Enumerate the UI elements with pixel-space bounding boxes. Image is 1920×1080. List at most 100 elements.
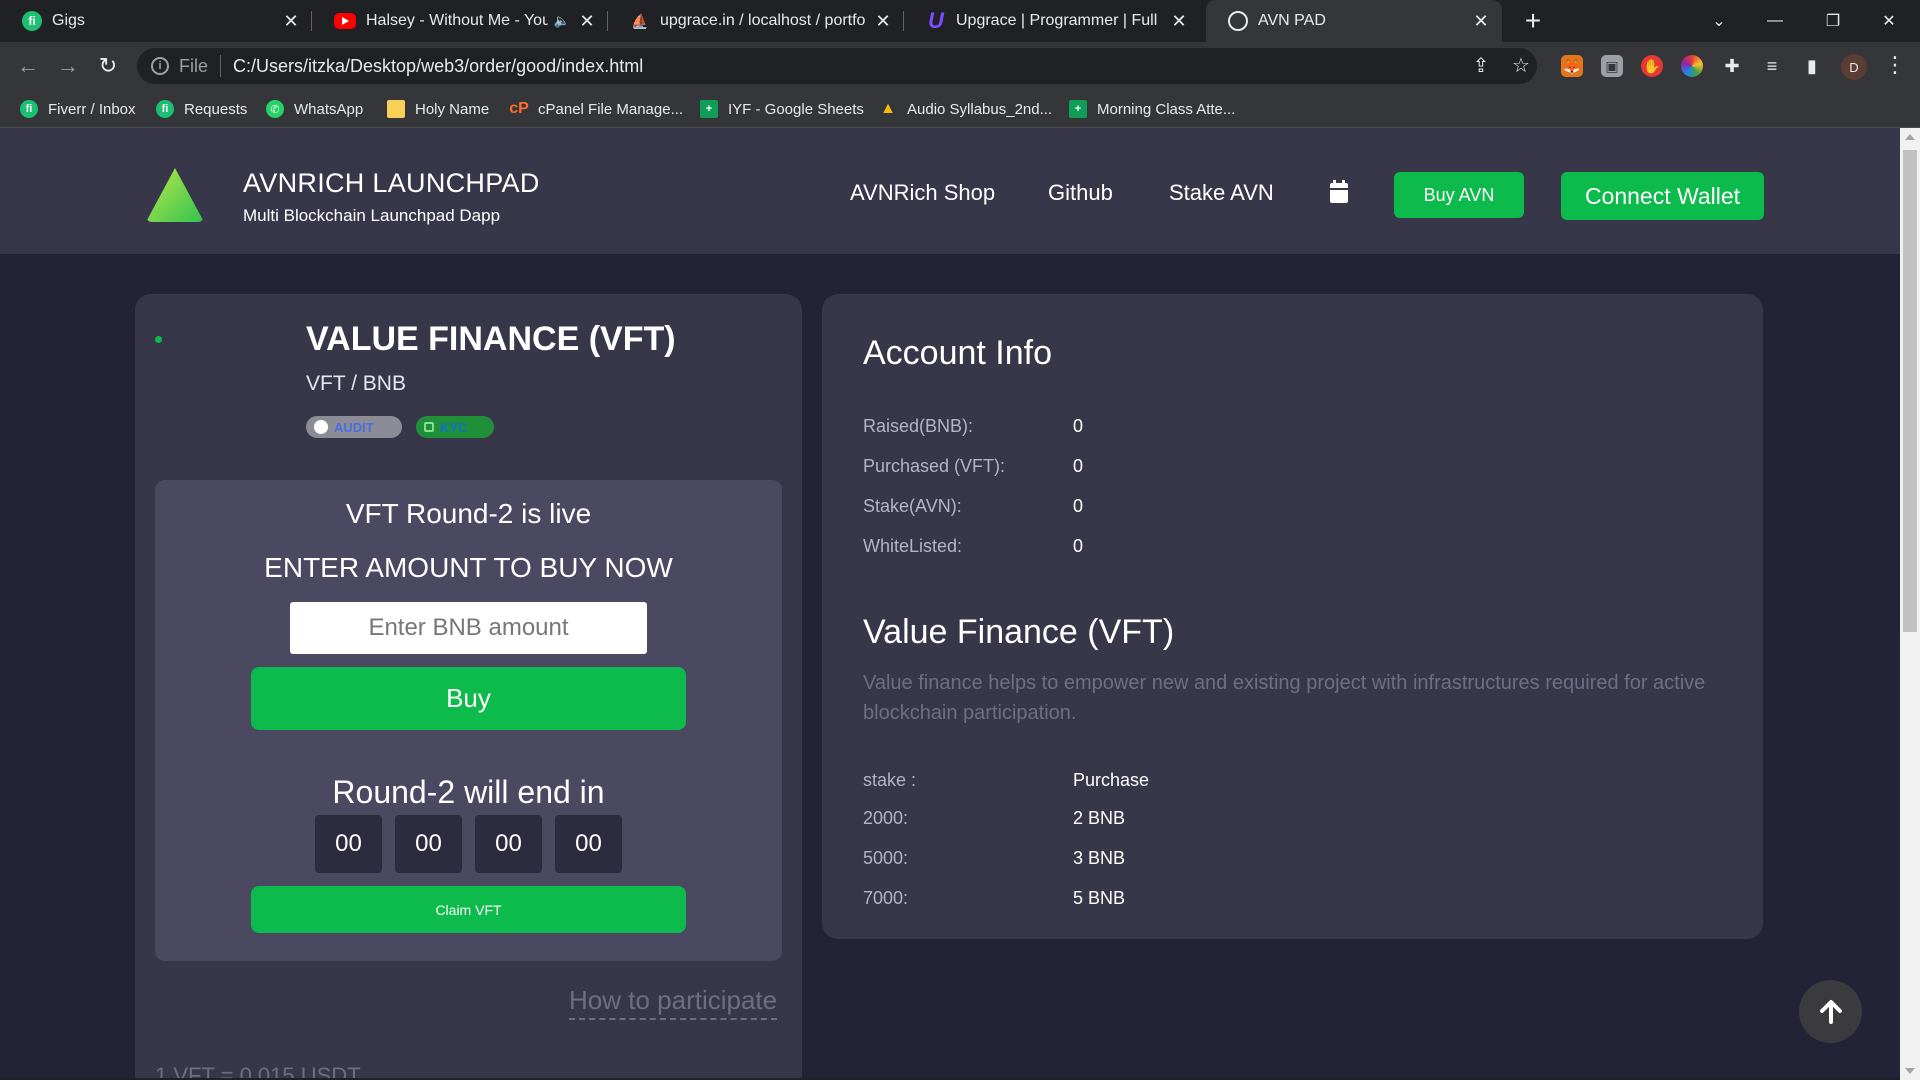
- token-name: VALUE FINANCE (VFT): [306, 320, 676, 358]
- tab-search-icon[interactable]: ⌄: [1696, 0, 1742, 42]
- countdown-seconds: 00: [555, 815, 622, 873]
- project-title: Value Finance (VFT): [863, 613, 1175, 651]
- stake-tier-header-value: Purchase: [1073, 770, 1150, 790]
- scrollbar-thumb[interactable]: [1903, 150, 1917, 632]
- folder-icon: [387, 100, 405, 118]
- minimize-icon[interactable]: —: [1752, 0, 1798, 42]
- bookmark-requests[interactable]: fi Requests: [156, 98, 247, 120]
- extensions-puzzle-icon[interactable]: ✚: [1721, 55, 1743, 77]
- extension-icon[interactable]: ▣: [1601, 55, 1623, 77]
- countdown-hours: 00: [395, 815, 462, 873]
- nav-github[interactable]: Github: [1048, 180, 1113, 206]
- close-icon[interactable]: ✕: [1472, 11, 1490, 32]
- bookmark-audio-syllabus[interactable]: ▲ Audio Syllabus_2nd...: [879, 98, 1052, 120]
- bookmark-morning-class[interactable]: + Morning Class Atte...: [1069, 98, 1235, 120]
- star-icon[interactable]: ☆: [1508, 52, 1534, 78]
- avnrich-logo[interactable]: [146, 168, 204, 222]
- bookmark-whatsapp[interactable]: ✆ WhatsApp: [266, 98, 363, 120]
- menu-icon[interactable]: ⋮: [1884, 52, 1906, 78]
- arrow-up-icon: [1819, 999, 1842, 1024]
- how-to-participate-link[interactable]: How to participate: [569, 985, 778, 1020]
- claim-vft-button[interactable]: Claim VFT: [251, 886, 686, 933]
- stake-tier-label: 7000:: [863, 888, 909, 908]
- bnb-amount-input[interactable]: [290, 602, 647, 654]
- color-picker-icon[interactable]: [1681, 55, 1703, 77]
- status-dot: [155, 336, 162, 343]
- back-icon[interactable]: ←: [14, 52, 42, 80]
- sheets-icon: +: [1069, 100, 1087, 118]
- close-icon[interactable]: ✕: [282, 11, 300, 32]
- connect-wallet-button[interactable]: Connect Wallet: [1561, 172, 1764, 220]
- round-status: VFT Round-2 is live: [345, 498, 592, 529]
- brand-title: AVNRICH LAUNCHPAD: [243, 168, 540, 198]
- info-icon[interactable]: i: [151, 57, 169, 75]
- fiverr-icon: fi: [20, 100, 38, 118]
- nav-avnrich-shop[interactable]: AVNRich Shop: [850, 180, 995, 206]
- profile-avatar[interactable]: D: [1841, 54, 1867, 80]
- tab-title: AVN PAD: [1258, 12, 1326, 29]
- globe-icon: [1228, 11, 1248, 31]
- bookmark-iyf-sheets[interactable]: + IYF - Google Sheets: [700, 98, 864, 120]
- tab-avn-pad[interactable]: AVN PAD ✕: [1206, 0, 1502, 42]
- share-icon[interactable]: ⇪: [1468, 52, 1494, 78]
- url-text[interactable]: C:/Users/itzka/Desktop/web3/order/good/i…: [233, 56, 643, 77]
- stake-tier-label: 5000:: [863, 848, 909, 868]
- close-icon[interactable]: ✕: [1170, 11, 1188, 32]
- restore-icon[interactable]: ❐: [1810, 0, 1856, 42]
- whitelisted-value: 0: [1073, 536, 1084, 556]
- bookmark-fiverr-inbox[interactable]: fi Fiverr / Inbox: [20, 98, 136, 120]
- new-tab-button[interactable]: +: [1518, 5, 1548, 36]
- tab-title: Gigs: [52, 12, 85, 29]
- close-icon[interactable]: ✕: [874, 11, 892, 32]
- tab-youtube[interactable]: Halsey - Without Me - YouTube 🔈 ✕: [312, 0, 608, 42]
- address-bar[interactable]: i File C:/Users/itzka/Desktop/web3/order…: [137, 48, 1537, 84]
- reload-icon[interactable]: ↻: [94, 52, 122, 80]
- tab-gigs[interactable]: fi Gigs ✕: [0, 0, 312, 42]
- fiverr-icon: fi: [22, 11, 42, 31]
- window-close-icon[interactable]: ✕: [1866, 0, 1912, 42]
- bookmarks-bar: fi Fiverr / Inbox fi Requests ✆ WhatsApp…: [0, 90, 1920, 128]
- scroll-down-arrow-icon[interactable]: [1905, 1068, 1915, 1074]
- fiverr-icon: fi: [156, 100, 174, 118]
- token-pair: VFT / BNB: [306, 372, 406, 395]
- audit-badge[interactable]: AUDIT: [306, 416, 402, 438]
- metamask-extension-icon[interactable]: 🦊: [1561, 55, 1583, 77]
- buy-prompt: ENTER AMOUNT TO BUY NOW: [264, 552, 673, 583]
- kyc-badge[interactable]: KYC: [416, 416, 494, 438]
- bookmark-cpanel[interactable]: cP cPanel File Manage...: [509, 98, 683, 120]
- buy-avn-button[interactable]: Buy AVN: [1394, 172, 1524, 218]
- media-controls-icon[interactable]: ≡: [1761, 55, 1783, 77]
- scheme-label: File: [179, 55, 209, 76]
- project-description: Value finance helps to empower new and e…: [863, 672, 1706, 724]
- cpanel-icon: cP: [509, 100, 529, 117]
- stake-tier-value: 3 BNB: [1073, 848, 1126, 868]
- buy-button[interactable]: Buy: [251, 667, 686, 730]
- adblock-icon[interactable]: ✋: [1641, 55, 1663, 77]
- countdown-label: Round-2 will end in: [332, 774, 605, 810]
- tab-upgrace[interactable]: U Upgrace | Programmer | Full Stack ✕: [904, 0, 1200, 42]
- page-scrollbar[interactable]: [1900, 128, 1920, 1080]
- purchased-label: Purchased (VFT):: [863, 456, 1006, 476]
- tab-phpmyadmin[interactable]: ⛵ upgrace.in / localhost / portfolio ✕: [608, 0, 904, 42]
- raised-value: 0: [1073, 416, 1084, 436]
- side-panel-icon[interactable]: ▮: [1801, 55, 1823, 77]
- site-header: AVNRICH LAUNCHPAD Multi Blockchain Launc…: [0, 128, 1900, 254]
- stake-tier-value: 5 BNB: [1073, 888, 1126, 908]
- close-icon[interactable]: ✕: [578, 11, 596, 32]
- tab-title: Halsey - Without Me - YouTube: [366, 12, 548, 29]
- stake-tier-header-label: stake :: [863, 770, 917, 790]
- whitelisted-label: WhiteListed:: [863, 536, 963, 556]
- sheets-icon: +: [700, 100, 718, 118]
- countdown-minutes: 00: [475, 815, 542, 873]
- forward-icon[interactable]: →: [54, 52, 82, 80]
- account-info-title: Account Info: [863, 334, 1053, 372]
- calendar-icon[interactable]: [1330, 180, 1348, 203]
- speaker-muted-icon[interactable]: 🔈: [554, 13, 570, 29]
- scroll-to-top-button[interactable]: [1799, 980, 1862, 1043]
- countdown-days: 00: [315, 815, 382, 873]
- bookmark-holy-name[interactable]: Holy Name: [387, 98, 489, 120]
- stake-tier-value: 2 BNB: [1073, 808, 1126, 828]
- browser-toolbar: ← → ↻ i File C:/Users/itzka/Desktop/web3…: [0, 42, 1920, 90]
- nav-stake-avn[interactable]: Stake AVN: [1169, 180, 1274, 206]
- scroll-up-arrow-icon[interactable]: [1905, 134, 1915, 140]
